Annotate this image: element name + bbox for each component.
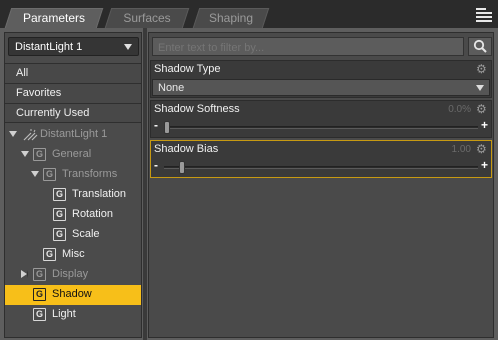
parameters-pane: DistantLight 1 All Favorites Currently U… (0, 28, 498, 340)
gear-icon[interactable]: ⚙ (476, 143, 488, 155)
tree-item-label: General (52, 148, 92, 160)
property-title: Shadow Bias (154, 143, 219, 155)
pane-menu-icon[interactable] (476, 8, 492, 23)
increment-button[interactable]: + (481, 118, 488, 132)
property-value[interactable]: 1.00 (452, 144, 471, 155)
group-icon: G (33, 148, 46, 161)
pane-splitter[interactable] (143, 28, 147, 340)
group-icon: G (53, 208, 66, 221)
shadow-softness-slider[interactable]: - + (152, 118, 490, 135)
expand-arrow-icon[interactable] (31, 171, 39, 177)
tree-item-shadow[interactable]: G Shadow (5, 285, 141, 305)
chevron-down-icon (476, 85, 484, 91)
tree-item-label: Display (52, 268, 89, 280)
tree-item-label: DistantLight 1 (40, 128, 108, 140)
property-shadow-bias: Shadow Bias 1.00 ⚙ - + (150, 140, 492, 178)
distant-light-icon (23, 129, 38, 141)
tree-item-transforms[interactable]: G Transforms (5, 165, 141, 185)
tree-item-label: Shadow (52, 288, 92, 300)
node-selector-value: DistantLight 1 (15, 41, 83, 53)
search-input[interactable] (152, 37, 464, 56)
expand-arrow-icon[interactable] (21, 151, 29, 157)
property-shadow-softness: Shadow Softness 0.0% ⚙ - + (150, 100, 492, 138)
tree-item-label: Translation (72, 188, 127, 200)
shadow-type-dropdown[interactable]: None (152, 79, 490, 96)
property-groups-pane: DistantLight 1 All Favorites Currently U… (4, 32, 142, 338)
property-shadow-type: Shadow Type ⚙ None (150, 60, 492, 98)
filter-all[interactable]: All (5, 63, 141, 83)
increment-button[interactable]: + (481, 158, 488, 172)
tree-item-rotation[interactable]: G Rotation (5, 205, 141, 225)
tab-shaping[interactable]: Shaping (196, 8, 266, 28)
dropdown-value: None (158, 82, 185, 94)
expand-arrow-icon[interactable] (9, 131, 17, 137)
property-title: Shadow Softness (154, 103, 240, 115)
tree-item-label: Transforms (62, 168, 118, 180)
tab-parameters[interactable]: Parameters (8, 8, 100, 28)
decrement-button[interactable]: - (154, 158, 158, 172)
collapse-arrow-icon[interactable] (21, 270, 28, 278)
group-icon: G (43, 168, 56, 181)
group-icon: G (53, 188, 66, 201)
tree-item-label: Rotation (72, 208, 113, 220)
tree-item-label: Light (52, 308, 76, 320)
tree-item-misc[interactable]: G Misc (5, 245, 141, 265)
filter-list: All Favorites Currently Used (5, 63, 141, 123)
tree-item-general[interactable]: G General (5, 145, 141, 165)
filter-favorites[interactable]: Favorites (5, 83, 141, 103)
tree-item-light[interactable]: G Light (5, 305, 141, 325)
chevron-down-icon (124, 44, 132, 50)
filter-currently-used[interactable]: Currently Used (5, 103, 141, 123)
group-icon: G (33, 268, 46, 281)
group-icon: G (43, 248, 56, 261)
tab-bar: Parameters Surfaces Shaping (0, 0, 498, 28)
tree-item-distantlight[interactable]: DistantLight 1 (5, 125, 141, 145)
gear-icon[interactable]: ⚙ (476, 103, 488, 115)
group-icon: G (53, 228, 66, 241)
tree-item-scale[interactable]: G Scale (5, 225, 141, 245)
slider-thumb[interactable] (164, 121, 170, 134)
property-title: Shadow Type (154, 63, 221, 75)
group-icon: G (33, 308, 46, 321)
search-icon (473, 39, 487, 53)
search-button[interactable] (468, 37, 492, 56)
slider-track[interactable] (164, 126, 478, 129)
shadow-bias-slider[interactable]: - + (152, 158, 490, 175)
tree-item-label: Misc (62, 248, 85, 260)
property-tree: DistantLight 1 G General G Transforms G … (5, 125, 141, 325)
slider-thumb[interactable] (179, 161, 186, 174)
tab-surfaces[interactable]: Surfaces (108, 8, 186, 28)
property-editor-pane: Shadow Type ⚙ None Shadow Softness 0.0% … (148, 32, 494, 338)
group-icon: G (33, 288, 46, 301)
decrement-button[interactable]: - (154, 118, 158, 132)
tree-item-display[interactable]: G Display (5, 265, 141, 285)
tree-item-label: Scale (72, 228, 100, 240)
gear-icon[interactable]: ⚙ (476, 63, 488, 75)
tree-item-translation[interactable]: G Translation (5, 185, 141, 205)
property-value[interactable]: 0.0% (448, 104, 471, 115)
slider-track[interactable] (164, 166, 478, 169)
node-selector[interactable]: DistantLight 1 (8, 37, 139, 56)
